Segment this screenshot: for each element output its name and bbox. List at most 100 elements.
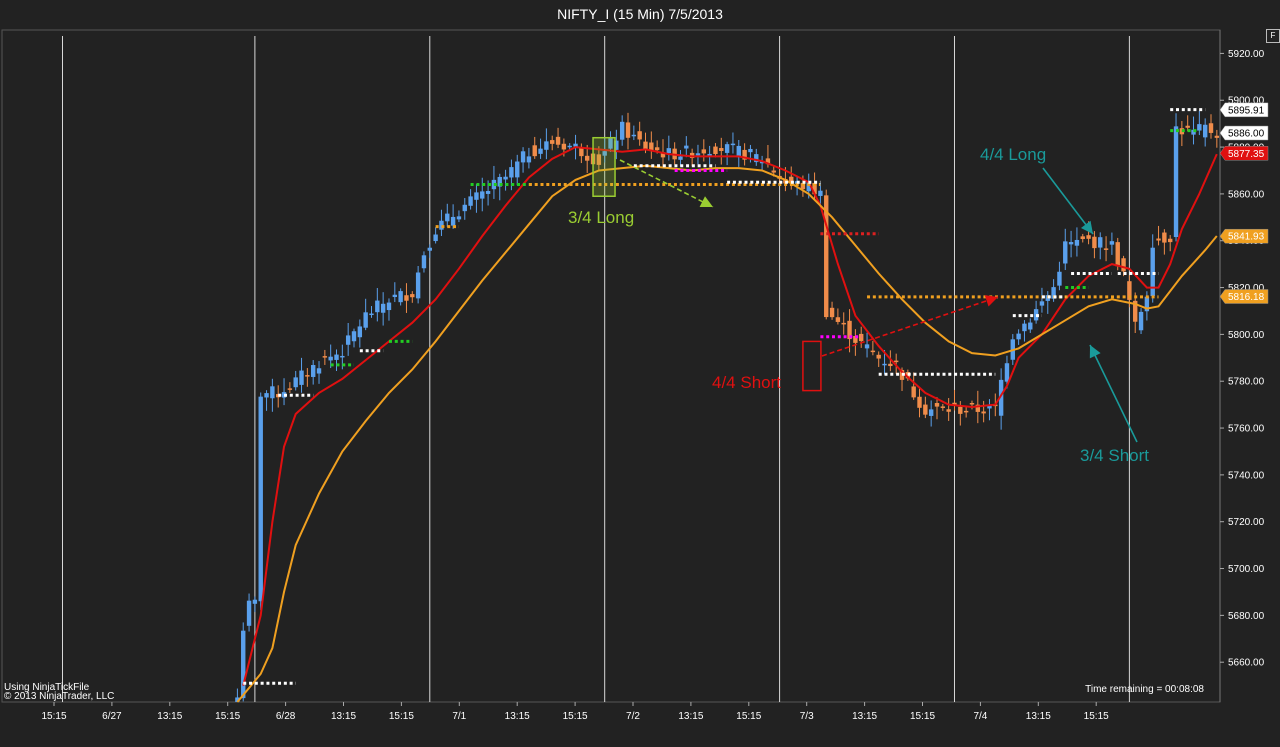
candle-body bbox=[258, 396, 263, 602]
candle-body bbox=[923, 404, 928, 415]
x-tick-label: 13:15 bbox=[678, 711, 703, 722]
candle-body bbox=[748, 148, 753, 153]
candle-body bbox=[456, 216, 462, 220]
candle-body bbox=[1185, 125, 1190, 128]
price-marker-label: 5886.00 bbox=[1228, 129, 1265, 140]
time-remaining-label: Time remaining = 00:08:08 bbox=[1085, 684, 1204, 695]
candle-body bbox=[555, 136, 561, 145]
candle-body bbox=[293, 377, 298, 388]
copyright-note: © 2013 NinjaTrader, LLC bbox=[4, 691, 115, 702]
candle-body bbox=[1115, 242, 1120, 267]
candle-body bbox=[334, 354, 339, 360]
candle-body bbox=[1068, 242, 1074, 245]
candle-body bbox=[864, 344, 870, 349]
candle-body bbox=[1121, 258, 1126, 272]
candle-body bbox=[1039, 301, 1045, 306]
candle-body bbox=[305, 375, 310, 377]
annotation-4-4-long: 4/4 Long bbox=[980, 145, 1046, 164]
x-tick-label: 7/4 bbox=[973, 711, 987, 722]
candle-body bbox=[1103, 248, 1109, 250]
candle-body bbox=[928, 409, 934, 416]
x-tick-label: 15:15 bbox=[563, 711, 588, 722]
annotation-3-4-short: 3/4 Short bbox=[1080, 446, 1149, 465]
candle-body bbox=[462, 204, 467, 212]
candle-body bbox=[299, 370, 304, 385]
candle-body bbox=[730, 143, 736, 146]
candle-body bbox=[480, 191, 485, 199]
candle-body bbox=[375, 300, 380, 313]
candle-body bbox=[1092, 236, 1097, 249]
y-tick-label: 5860.00 bbox=[1228, 189, 1265, 200]
candle-body bbox=[643, 141, 648, 150]
candle-body bbox=[287, 388, 293, 390]
y-tick-label: 5760.00 bbox=[1228, 424, 1265, 435]
candle-body bbox=[310, 365, 316, 377]
candle-body bbox=[392, 294, 398, 298]
price-marker-label: 5895.91 bbox=[1228, 105, 1265, 116]
candle-body bbox=[252, 599, 258, 604]
candle-body bbox=[958, 406, 963, 414]
candle-body bbox=[917, 396, 922, 408]
candle-body bbox=[684, 145, 689, 149]
candle-body bbox=[1197, 124, 1202, 131]
candle-body bbox=[445, 213, 450, 222]
candle-body bbox=[1063, 241, 1068, 264]
x-tick-label: 7/1 bbox=[452, 711, 466, 722]
plot-area bbox=[1, 29, 1221, 703]
candle-body bbox=[1202, 124, 1208, 138]
candle-body bbox=[771, 170, 776, 173]
candle-body bbox=[701, 149, 706, 154]
candle-body bbox=[526, 156, 532, 163]
candle-body bbox=[433, 234, 438, 242]
candle-body bbox=[625, 122, 631, 138]
candle-body bbox=[264, 393, 269, 398]
y-tick-label: 5920.00 bbox=[1228, 49, 1265, 60]
candle-body bbox=[946, 409, 951, 412]
y-tick-label: 5740.00 bbox=[1228, 470, 1265, 481]
candle-body bbox=[567, 145, 572, 148]
candle-body bbox=[270, 386, 275, 399]
x-tick-label: 7/3 bbox=[800, 711, 814, 722]
candle-body bbox=[520, 151, 526, 163]
candle-body bbox=[829, 307, 835, 318]
candle-body bbox=[724, 144, 730, 153]
candle-body bbox=[835, 317, 841, 322]
candle-body bbox=[695, 153, 701, 156]
candle-body bbox=[345, 335, 351, 345]
price-chart[interactable]: 5660.00 5680.00 5700.00 5720.00 5740.00 5760.… bbox=[0, 0, 1280, 747]
x-tick-label: 6/27 bbox=[102, 711, 122, 722]
candle-body bbox=[637, 131, 642, 140]
candle-body bbox=[246, 600, 252, 626]
candle-body bbox=[654, 147, 660, 151]
candle-body bbox=[719, 148, 724, 151]
candle-body bbox=[1150, 247, 1155, 297]
x-tick-label: 15:15 bbox=[910, 711, 935, 722]
candle-body bbox=[468, 196, 473, 206]
candle-body bbox=[415, 272, 421, 299]
candle-body bbox=[666, 148, 672, 154]
chart-window: NIFTY_I (15 Min) 7/5/2013 F 5660.00 5680.… bbox=[0, 0, 1280, 747]
y-tick-label: 5660.00 bbox=[1228, 658, 1265, 669]
candle-body bbox=[981, 411, 986, 414]
price-marker-label: 5841.93 bbox=[1228, 232, 1265, 243]
annotation-4-4-short: 4/4 Short bbox=[712, 373, 781, 392]
candle-body bbox=[474, 192, 479, 200]
candle-body bbox=[713, 146, 718, 155]
candle-body bbox=[509, 167, 514, 178]
candle-body bbox=[1098, 237, 1103, 248]
candle-body bbox=[398, 291, 403, 303]
candle-body bbox=[561, 143, 567, 150]
x-tick-label: 6/28 bbox=[276, 711, 296, 722]
candle-body bbox=[631, 134, 637, 137]
candle-body bbox=[316, 368, 322, 374]
candle-body bbox=[386, 302, 392, 311]
x-tick-label: 13:15 bbox=[331, 711, 356, 722]
candle-body bbox=[678, 156, 683, 160]
x-tick-label: 15:15 bbox=[1084, 711, 1109, 722]
candle-body bbox=[619, 121, 625, 140]
candle-body bbox=[1208, 123, 1214, 133]
candle-body bbox=[579, 148, 584, 157]
candle-body bbox=[1080, 236, 1085, 240]
candle-body bbox=[1028, 322, 1033, 330]
candle-body bbox=[818, 190, 823, 196]
